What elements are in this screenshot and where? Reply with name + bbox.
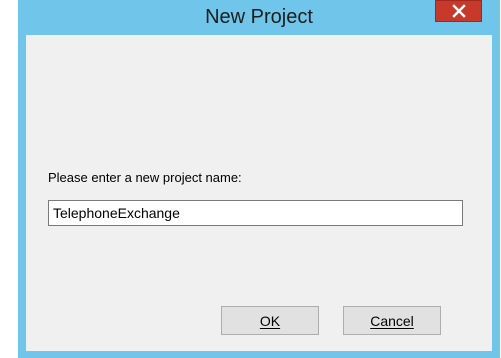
new-project-dialog: New Project Please enter a new project n… xyxy=(18,0,500,358)
project-name-input[interactable] xyxy=(48,200,463,226)
close-button[interactable] xyxy=(435,0,482,22)
close-icon xyxy=(451,4,466,18)
dialog-title: New Project xyxy=(205,6,313,28)
title-bar[interactable]: New Project xyxy=(18,0,500,34)
cancel-button[interactable]: Cancel xyxy=(343,306,441,335)
project-name-label: Please enter a new project name: xyxy=(48,170,242,185)
ok-button[interactable]: OK xyxy=(221,306,319,335)
dialog-body: Please enter a new project name: OK Canc… xyxy=(26,35,492,351)
